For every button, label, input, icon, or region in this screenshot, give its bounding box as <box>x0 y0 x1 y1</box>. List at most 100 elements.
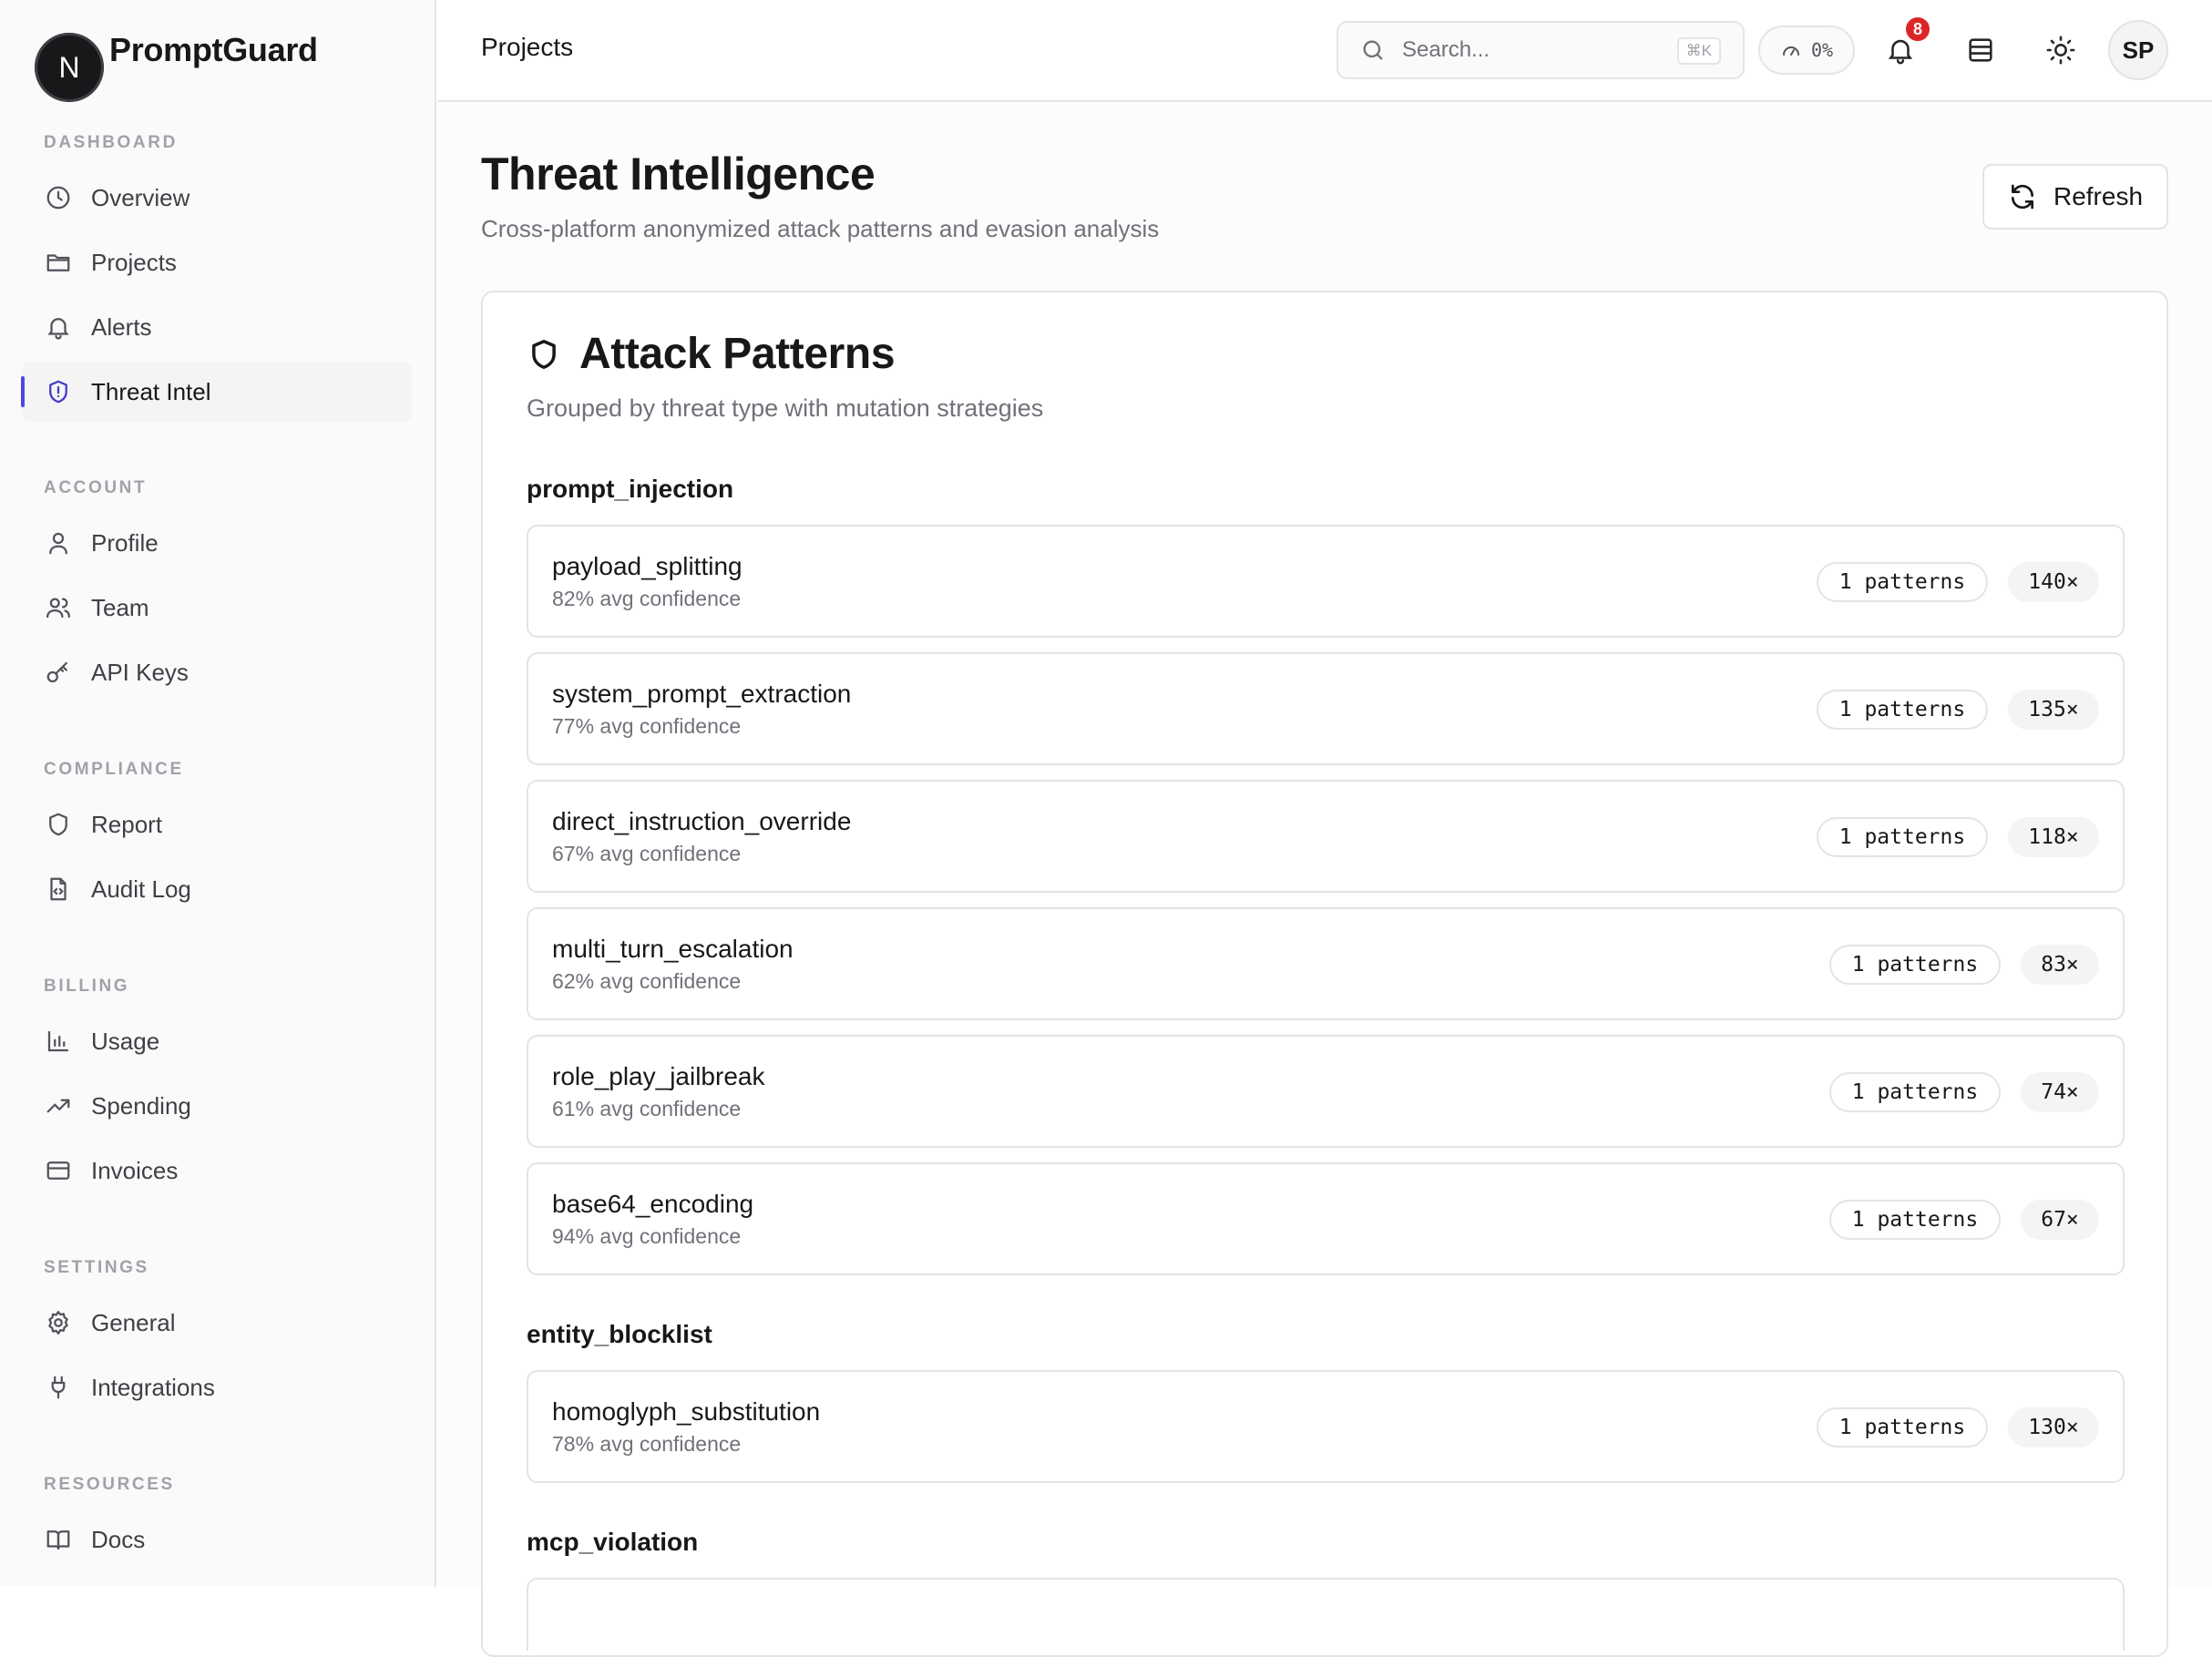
search-input[interactable]: Search... ⌘K <box>1336 21 1745 79</box>
pattern-row[interactable]: system_prompt_extraction 77% avg confide… <box>527 652 2125 765</box>
sidebar-item-label: Docs <box>91 1526 145 1554</box>
pattern-name: direct_instruction_override <box>552 807 851 836</box>
pattern-row[interactable]: homoglyph_substitution 78% avg confidenc… <box>527 1370 2125 1483</box>
brand[interactable]: N PromptGuard <box>35 31 104 104</box>
brand-name: PromptGuard <box>109 31 318 69</box>
sidebar-item-overview[interactable]: Overview <box>22 168 412 228</box>
pattern-row[interactable]: role_play_jailbreak 61% avg confidence 1… <box>527 1035 2125 1148</box>
top-bar: Projects Search... ⌘K 0% 8 SP <box>438 0 2212 102</box>
file-code-icon <box>44 875 73 904</box>
key-icon <box>44 658 73 687</box>
sidebar-item-audit-log[interactable]: Audit Log <box>22 859 412 919</box>
nav-section-settings: SETTINGS General Integrations <box>0 1256 436 1417</box>
sidebar: N PromptGuard DASHBOARD Overview Project… <box>0 0 436 1587</box>
trending-up-icon <box>44 1091 73 1120</box>
sidebar-item-report[interactable]: Report <box>22 794 412 854</box>
theme-toggle-button[interactable] <box>2036 26 2085 75</box>
notifications-button[interactable]: 8 <box>1876 26 1925 75</box>
main-content: Threat Intelligence Cross-platform anony… <box>438 104 2212 1587</box>
pattern-name: multi_turn_escalation <box>552 935 794 964</box>
patterns-badge: 1 patterns <box>1829 945 2001 985</box>
plug-icon <box>44 1373 73 1402</box>
notification-badge: 8 <box>1903 15 1932 44</box>
user-icon <box>44 528 73 557</box>
bell-icon <box>44 312 73 342</box>
count-badge: 67× <box>2021 1200 2099 1240</box>
pattern-row[interactable]: multi_turn_escalation 62% avg confidence… <box>527 907 2125 1020</box>
usage-indicator[interactable]: 0% <box>1758 26 1855 75</box>
gear-icon <box>44 1308 73 1337</box>
pattern-confidence: 94% avg confidence <box>552 1224 741 1249</box>
pattern-row[interactable]: payload_splitting 82% avg confidence 1 p… <box>527 525 2125 638</box>
sidebar-item-general[interactable]: General <box>22 1293 412 1353</box>
sun-icon <box>2045 35 2076 66</box>
sidebar-item-integrations[interactable]: Integrations <box>22 1357 412 1417</box>
pattern-name: base64_encoding <box>552 1190 753 1219</box>
pattern-confidence: 82% avg confidence <box>552 587 741 611</box>
sidebar-item-usage[interactable]: Usage <box>22 1011 412 1071</box>
gauge-icon <box>1780 39 1802 61</box>
count-badge: 135× <box>2008 690 2099 730</box>
patterns-badge: 1 patterns <box>1817 690 1988 730</box>
search-shortcut: ⌘K <box>1677 37 1721 65</box>
sidebar-item-alerts[interactable]: Alerts <box>22 297 412 357</box>
nav-heading: COMPLIANCE <box>0 758 436 782</box>
folder-icon <box>44 248 73 277</box>
sidebar-item-projects[interactable]: Projects <box>22 232 412 292</box>
pattern-row[interactable] <box>527 1578 2125 1651</box>
refresh-icon <box>2008 182 2037 211</box>
patterns-badge: 1 patterns <box>1829 1072 2001 1112</box>
book-icon <box>44 1525 73 1554</box>
users-icon <box>44 593 73 622</box>
patterns-badge: 1 patterns <box>1817 1407 1988 1447</box>
sidebar-item-label: Alerts <box>91 313 151 342</box>
sidebar-item-label: Team <box>91 594 149 622</box>
pattern-name: payload_splitting <box>552 552 742 581</box>
sidebar-item-label: API Keys <box>91 659 189 687</box>
count-badge: 130× <box>2008 1407 2099 1447</box>
sidebar-item-profile[interactable]: Profile <box>22 513 412 573</box>
sidebar-item-label: Spending <box>91 1092 191 1120</box>
nav-heading: RESOURCES <box>0 1473 436 1497</box>
count-badge: 74× <box>2021 1072 2099 1112</box>
sidebar-item-invoices[interactable]: Invoices <box>22 1140 412 1201</box>
sidebar-item-api-keys[interactable]: API Keys <box>22 642 412 702</box>
count-badge: 83× <box>2021 945 2099 985</box>
nav-section-account: ACCOUNT Profile Team API Keys <box>0 476 436 702</box>
sidebar-item-label: Threat Intel <box>91 378 211 406</box>
nav-section-billing: BILLING Usage Spending Invoices <box>0 975 436 1201</box>
patterns-badge: 1 patterns <box>1817 817 1988 857</box>
count-badge: 118× <box>2008 817 2099 857</box>
page-subtitle: Cross-platform anonymized attack pattern… <box>481 215 1159 243</box>
sidebar-item-team[interactable]: Team <box>22 578 412 638</box>
refresh-button[interactable]: Refresh <box>1982 164 2168 230</box>
pattern-name: system_prompt_extraction <box>552 680 851 709</box>
pattern-row[interactable]: base64_encoding 94% avg confidence 1 pat… <box>527 1162 2125 1275</box>
refresh-label: Refresh <box>2053 182 2143 211</box>
page-title: Threat Intelligence <box>481 148 875 200</box>
card-title-text: Attack Patterns <box>579 329 895 379</box>
shield-icon <box>44 810 73 839</box>
sidebar-item-spending[interactable]: Spending <box>22 1076 412 1136</box>
pattern-name: role_play_jailbreak <box>552 1062 764 1091</box>
credit-card-icon <box>44 1156 73 1185</box>
avatar[interactable]: SP <box>2108 20 2168 80</box>
count-badge: 140× <box>2008 562 2099 602</box>
nav-heading: BILLING <box>0 975 436 998</box>
nav-section-resources: RESOURCES Docs <box>0 1473 436 1570</box>
patterns-badge: 1 patterns <box>1817 562 1988 602</box>
nav-heading: ACCOUNT <box>0 476 436 500</box>
header-title: Projects <box>481 33 573 62</box>
attack-patterns-card: Attack Patterns Grouped by threat type w… <box>481 291 2168 1657</box>
bar-chart-icon <box>44 1027 73 1056</box>
pattern-row[interactable]: direct_instruction_override 67% avg conf… <box>527 780 2125 893</box>
sidebar-item-threat-intel[interactable]: Threat Intel <box>22 362 412 422</box>
sidebar-item-label: Profile <box>91 529 159 557</box>
sidebar-item-label: Integrations <box>91 1374 215 1402</box>
layout-toggle-button[interactable] <box>1956 26 2005 75</box>
card-description: Grouped by threat type with mutation str… <box>527 394 1043 423</box>
nav-heading: DASHBOARD <box>0 131 436 155</box>
sidebar-item-docs[interactable]: Docs <box>22 1509 412 1570</box>
brand-logo-letter: N <box>58 51 79 85</box>
sidebar-item-label: General <box>91 1309 176 1337</box>
